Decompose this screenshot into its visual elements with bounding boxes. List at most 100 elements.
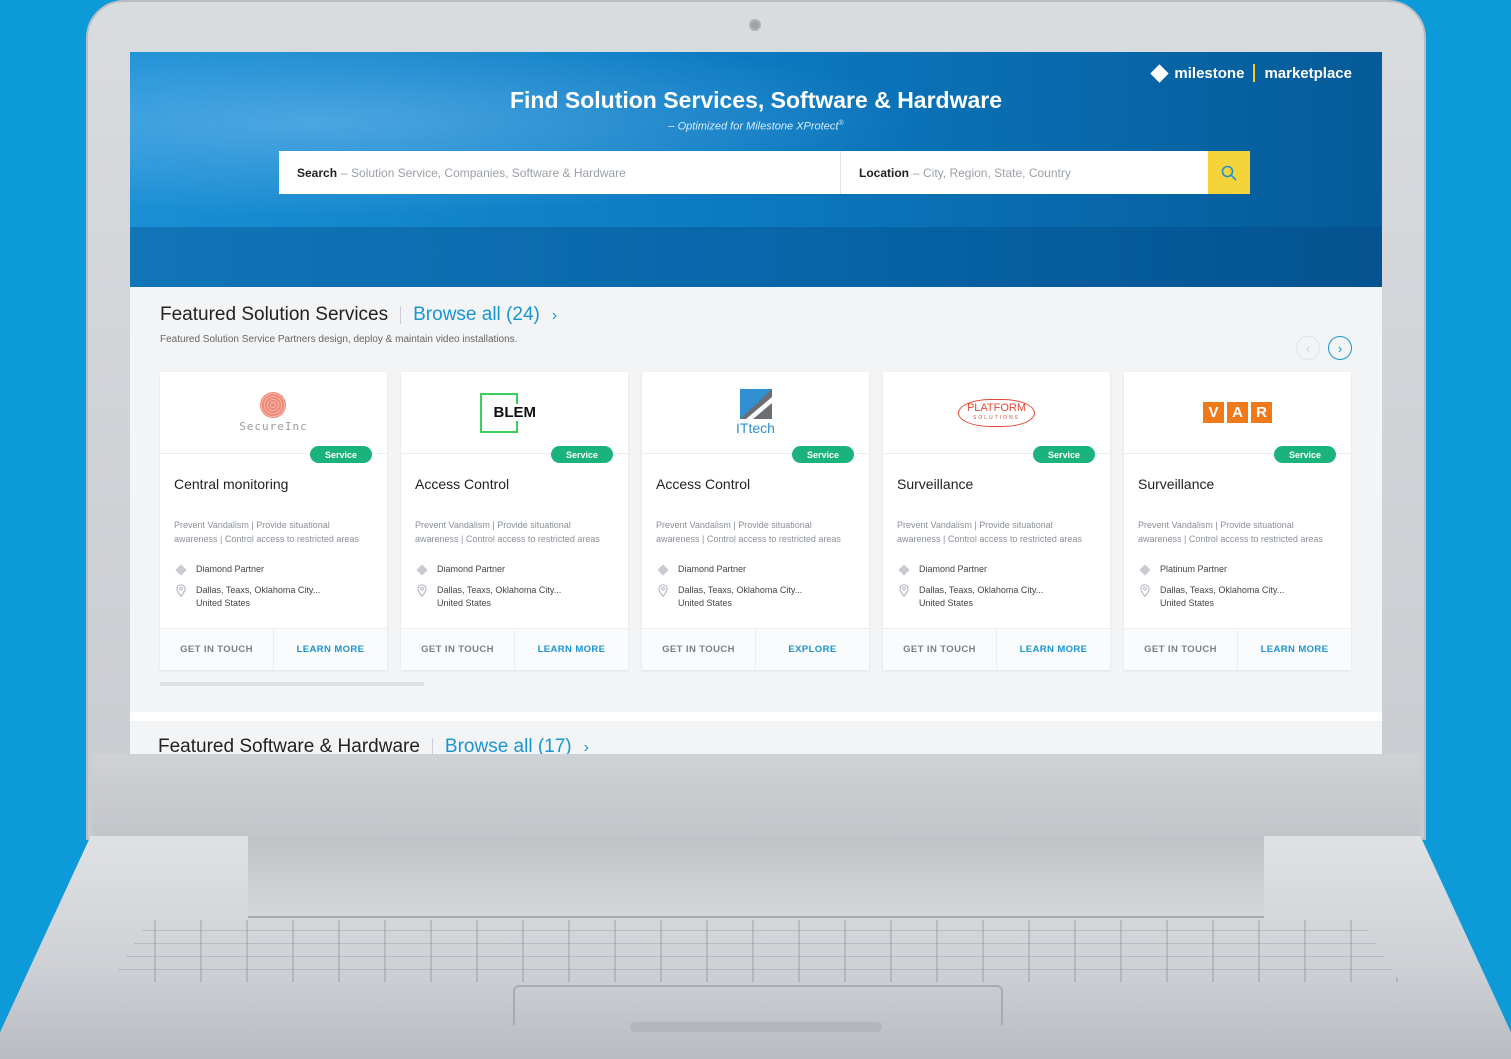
service-card[interactable]: ITtech Service Access Control Prevent Va… xyxy=(642,372,869,670)
card-actions: GET IN TOUCH LEARN MORE xyxy=(883,628,1110,670)
partner-tier-label: Diamond Partner xyxy=(919,564,988,574)
platform-logo: PLATFORM SOLUTIONS xyxy=(957,398,1036,427)
location-label: Location xyxy=(859,165,909,180)
brand-logo[interactable]: milestone marketplace xyxy=(1150,63,1352,83)
card-location-country: United States xyxy=(919,598,974,608)
service-badge: Service xyxy=(550,446,613,463)
search-placeholder: – Solution Service, Companies, Software … xyxy=(341,165,626,180)
get-in-touch-button[interactable]: GET IN TOUCH xyxy=(160,629,274,670)
brand-separator xyxy=(1253,64,1256,82)
card-logo: V A R xyxy=(1124,372,1351,454)
service-cards: SecureInc Service Central monitoring Pre… xyxy=(160,372,1351,670)
card-location-city: Dallas, Teaxs, Oklahoma City... xyxy=(919,585,1044,595)
featured-products-header: Featured Software & Hardware Browse all … xyxy=(158,736,589,754)
get-in-touch-button[interactable]: GET IN TOUCH xyxy=(1124,629,1238,670)
learn-more-button[interactable]: LEARN MORE xyxy=(274,629,387,670)
card-description: Prevent Vandalism | Provide situational … xyxy=(415,520,600,544)
card-logo-text: PLATFORM xyxy=(966,401,1027,414)
card-location-city: Dallas, Teaxs, Oklahoma City... xyxy=(678,585,803,595)
diamond-icon xyxy=(416,564,428,576)
service-card[interactable]: PLATFORM SOLUTIONS Service Surveillance … xyxy=(883,372,1110,670)
card-location-country: United States xyxy=(678,598,733,608)
card-location: Dallas, Teaxs, Oklahoma City... United S… xyxy=(174,584,320,610)
laptop-bezel-bottom xyxy=(92,754,1420,836)
partner-tier: Diamond Partner xyxy=(656,564,747,576)
location-pin-icon xyxy=(417,584,427,597)
featured-services-description: Featured Solution Service Partners desig… xyxy=(160,334,518,345)
card-description: Prevent Vandalism | Provide situational … xyxy=(897,520,1082,544)
get-in-touch-button[interactable]: GET IN TOUCH xyxy=(401,629,515,670)
chevron-right-icon[interactable]: › xyxy=(584,739,589,754)
screen: milestone marketplace Find Solution Serv… xyxy=(130,52,1382,754)
service-card[interactable]: SecureInc Service Central monitoring Pre… xyxy=(160,372,387,670)
header-divider xyxy=(431,738,433,754)
featured-products-title: Featured Software & Hardware xyxy=(158,736,420,754)
card-title: Surveillance xyxy=(1138,476,1215,492)
card-logo: BLEM xyxy=(401,372,628,454)
diamond-icon xyxy=(657,564,669,576)
hero-title: Find Solution Services, Software & Hardw… xyxy=(509,87,1003,113)
card-location-city: Dallas, Teaxs, Oklahoma City... xyxy=(196,585,321,595)
get-in-touch-button[interactable]: GET IN TOUCH xyxy=(642,629,756,670)
card-location-country: United States xyxy=(1160,598,1215,608)
diamond-icon xyxy=(175,564,187,576)
ittech-logo-mark xyxy=(739,389,772,419)
browse-all-services-link[interactable]: Browse all (24) xyxy=(413,304,540,326)
card-logo: PLATFORM SOLUTIONS xyxy=(883,372,1110,454)
search-input[interactable]: Search – Solution Service, Companies, So… xyxy=(279,151,841,194)
location-pin-icon xyxy=(899,584,909,597)
card-actions: GET IN TOUCH EXPLORE xyxy=(642,628,869,670)
service-badge: Service xyxy=(1273,446,1336,463)
card-logo-text: BLEM xyxy=(491,403,538,421)
explore-button[interactable]: EXPLORE xyxy=(756,629,869,670)
chevron-left-icon: ‹ xyxy=(1305,340,1311,356)
section-divider xyxy=(130,712,1382,721)
card-location: Dallas, Teaxs, Oklahoma City... United S… xyxy=(1138,584,1284,610)
card-location: Dallas, Teaxs, Oklahoma City... United S… xyxy=(415,584,561,610)
partner-tier: Diamond Partner xyxy=(897,564,988,576)
carousel-prev-button[interactable]: ‹ xyxy=(1296,336,1320,360)
browse-all-products-link[interactable]: Browse all (17) xyxy=(445,736,572,754)
carousel-nav: ‹ › xyxy=(1296,336,1352,360)
carousel-next-button[interactable]: › xyxy=(1328,336,1352,360)
laptop-front-notch xyxy=(630,1022,882,1032)
carousel-scrollbar[interactable] xyxy=(160,682,424,686)
search-bar: Search – Solution Service, Companies, So… xyxy=(279,151,1250,194)
partner-tier-label: Diamond Partner xyxy=(678,564,747,574)
card-title: Access Control xyxy=(415,476,510,492)
chevron-right-icon[interactable]: › xyxy=(552,307,557,325)
service-badge: Service xyxy=(1032,446,1095,463)
diamond-icon xyxy=(1139,564,1151,576)
card-actions: GET IN TOUCH LEARN MORE xyxy=(401,628,628,670)
brand-product: marketplace xyxy=(1264,64,1352,82)
service-badge: Service xyxy=(791,446,854,463)
card-title: Access Control xyxy=(656,476,751,492)
partner-tier-label: Platinum Partner xyxy=(1160,564,1228,574)
location-input[interactable]: Location – City, Region, State, Country xyxy=(841,151,1208,194)
search-button[interactable] xyxy=(1208,151,1250,194)
service-card[interactable]: V A R Service Surveillance Prevent Vanda… xyxy=(1124,372,1351,670)
hero-subtitle: – Optimized for Milestone XProtect® xyxy=(130,120,1382,133)
var-logo: V A R xyxy=(1203,402,1272,423)
card-location-city: Dallas, Teaxs, Oklahoma City... xyxy=(437,585,562,595)
card-logo: ITtech xyxy=(642,372,869,454)
card-description: Prevent Vandalism | Provide situational … xyxy=(656,520,841,544)
laptop-trackpad xyxy=(513,985,1003,1025)
location-pin-icon xyxy=(176,584,186,597)
card-logo: SecureInc xyxy=(160,372,387,454)
var-logo-letter-r: R xyxy=(1251,402,1272,423)
get-in-touch-button[interactable]: GET IN TOUCH xyxy=(883,629,997,670)
learn-more-button[interactable]: LEARN MORE xyxy=(515,629,628,670)
learn-more-button[interactable]: LEARN MORE xyxy=(997,629,1110,670)
partner-tier-label: Diamond Partner xyxy=(196,564,265,574)
card-location: Dallas, Teaxs, Oklahoma City... United S… xyxy=(656,584,802,610)
card-actions: GET IN TOUCH LEARN MORE xyxy=(160,628,387,670)
webcam xyxy=(749,19,761,31)
service-card[interactable]: BLEM Service Access Control Prevent Vand… xyxy=(401,372,628,670)
card-title: Surveillance xyxy=(897,476,974,492)
learn-more-button[interactable]: LEARN MORE xyxy=(1238,629,1351,670)
service-badge: Service xyxy=(309,446,372,463)
search-icon xyxy=(1221,165,1237,180)
diamond-icon xyxy=(898,564,910,576)
card-location-country: United States xyxy=(437,598,492,608)
